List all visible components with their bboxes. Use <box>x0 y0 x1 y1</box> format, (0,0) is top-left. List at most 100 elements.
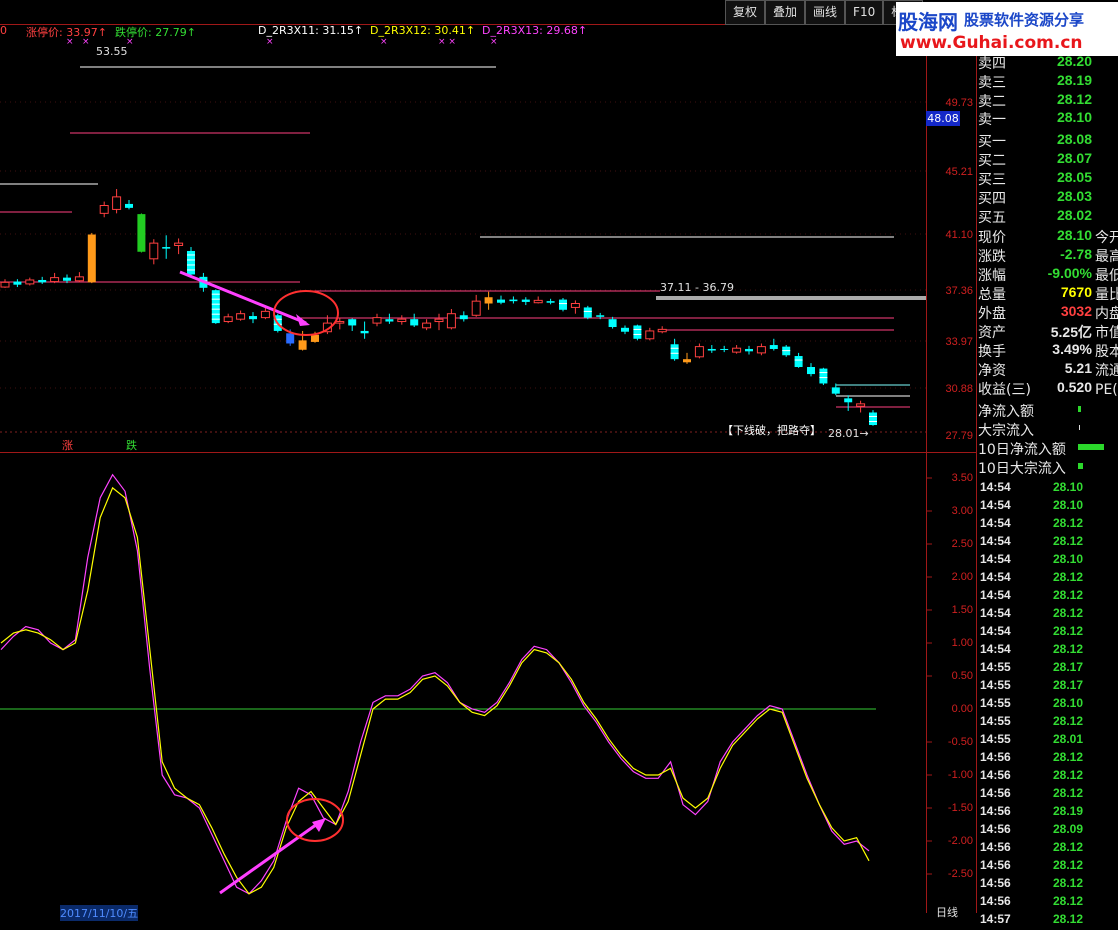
candle-body <box>162 247 171 249</box>
price-axis-label: 41.10 <box>945 229 973 241</box>
quote-stat-row: 涨幅 -9.00% 最低 <box>978 265 1118 284</box>
f10-button[interactable]: F10 <box>845 0 884 25</box>
trade-time: 14:56 <box>980 876 1011 890</box>
candle-body <box>25 279 35 285</box>
candle-body <box>794 356 803 368</box>
candle-body <box>583 307 592 318</box>
ask-price: 28.20 <box>1056 53 1092 69</box>
trade-time: 14:55 <box>980 678 1011 692</box>
candle-body <box>596 315 605 317</box>
candle-body <box>670 344 679 360</box>
flow-bar <box>1078 463 1083 469</box>
order-book-row: 卖三 28.19 <box>978 72 1118 91</box>
candle-body <box>0 281 10 288</box>
candle-body <box>769 345 778 349</box>
osc-axis-label: 1.00 <box>951 637 973 649</box>
osc-axis-label: -2.50 <box>947 868 973 880</box>
toolbar: 复权 叠加 画线 F10 标记 <box>725 0 924 25</box>
order-book-row: 卖四 28.20 <box>978 53 1118 72</box>
osc-axis-label: -2.00 <box>947 835 973 847</box>
tick-trade-row: 14:56 28.12 <box>978 768 1118 786</box>
order-book-row: 卖二 28.12 <box>978 91 1118 110</box>
flow-label: 10日净流入额 <box>978 442 1066 458</box>
fund-flow-row: 净流入额 <box>978 401 1118 420</box>
stat-tail-label: 最高 <box>1095 249 1118 265</box>
trade-price: 28.12 <box>1053 840 1084 854</box>
candle-body <box>484 297 493 304</box>
candle-body <box>348 319 357 326</box>
fund-flow-row: 大宗流入 <box>978 420 1118 439</box>
candle-body <box>74 276 84 282</box>
candle-body <box>471 300 481 316</box>
trade-time: 14:56 <box>980 858 1011 872</box>
trade-price: 28.10 <box>1053 696 1084 710</box>
candle-body <box>657 328 667 333</box>
candle-body <box>249 316 257 320</box>
trade-time: 14:56 <box>980 786 1011 800</box>
tick-trade-row: 14:54 28.12 <box>978 606 1118 624</box>
candle-body <box>50 277 60 283</box>
trade-time: 14:54 <box>980 480 1011 494</box>
level-band <box>656 296 926 300</box>
trade-time: 14:54 <box>980 642 1011 656</box>
draw-line-button[interactable]: 画线 <box>805 0 846 25</box>
trade-time: 14:54 <box>980 588 1011 602</box>
order-book-row: 买四 28.03 <box>978 188 1118 207</box>
legend-x-mark: × <box>490 37 498 47</box>
candle-body <box>844 398 853 403</box>
quote-stat-row: 换手 3.49% 股本 <box>978 341 1118 360</box>
legend-x-mark: × × <box>438 37 456 47</box>
overlay-button[interactable]: 叠加 <box>765 0 806 25</box>
stat-label: 净资 <box>978 363 1006 379</box>
candle-body <box>756 346 766 354</box>
tick-trade-row: 14:56 28.09 <box>978 822 1118 840</box>
candle-body <box>869 412 877 426</box>
trade-price: 28.12 <box>1053 606 1084 620</box>
trade-price: 28.10 <box>1053 480 1084 494</box>
tick-trade-row: 14:54 28.12 <box>978 624 1118 642</box>
candle-body <box>99 205 109 214</box>
bid-label: 买五 <box>978 210 1006 226</box>
flow-label: 净流入额 <box>978 404 1034 420</box>
trade-time: 14:54 <box>980 498 1011 512</box>
tick-trade-row: 14:54 28.10 <box>978 552 1118 570</box>
quote-stat-row: 外盘 3032 内盘 <box>978 303 1118 322</box>
ask-label: 卖一 <box>978 112 1006 128</box>
tick-trade-row: 14:56 28.12 <box>978 858 1118 876</box>
ask-price: 28.12 <box>1056 91 1092 107</box>
candle-body <box>459 315 468 320</box>
osc-axis-label: -1.50 <box>947 802 973 814</box>
order-book-row: 买五 28.02 <box>978 207 1118 226</box>
trade-price: 28.19 <box>1053 804 1084 818</box>
bid-label: 买四 <box>978 191 1006 207</box>
watermark-url: www.Guhai.com.cn <box>900 33 1083 53</box>
trade-price: 28.10 <box>1053 498 1084 512</box>
trade-time: 14:55 <box>980 714 1011 728</box>
ask-price: 28.19 <box>1056 72 1092 88</box>
stat-tail-label: 量比 <box>1095 287 1118 303</box>
candle-body <box>397 318 407 323</box>
trade-price: 28.12 <box>1053 624 1084 638</box>
restore-rights-button[interactable]: 复权 <box>725 0 766 25</box>
flow-label: 大宗流入 <box>978 423 1034 439</box>
legend-ma1: D_2R3X11: 31.15↑ <box>258 24 364 37</box>
candle-body <box>856 403 866 407</box>
bid-price: 28.02 <box>1056 207 1092 223</box>
trade-price: 28.12 <box>1053 768 1084 782</box>
tick-trade-row: 14:54 28.12 <box>978 642 1118 660</box>
trade-price: 28.09 <box>1053 822 1084 836</box>
bid-price: 28.05 <box>1056 169 1092 185</box>
quote-stat-row: 涨跌 -2.78 最高 <box>978 246 1118 265</box>
candle-body <box>621 327 629 332</box>
candle-body <box>533 299 543 304</box>
ask-label: 卖四 <box>978 56 1006 72</box>
quote-stat-row: 净资 5.21 流通 <box>978 360 1118 379</box>
candle-body <box>286 333 295 344</box>
period-label: 日线 <box>936 906 958 919</box>
stat-tail-label: 市值 <box>1095 325 1118 341</box>
candle-body <box>831 387 840 394</box>
candle-body <box>149 242 159 260</box>
candle-body <box>112 196 122 210</box>
price-axis-label: 33.97 <box>945 336 973 348</box>
bid-label: 买三 <box>978 172 1006 188</box>
